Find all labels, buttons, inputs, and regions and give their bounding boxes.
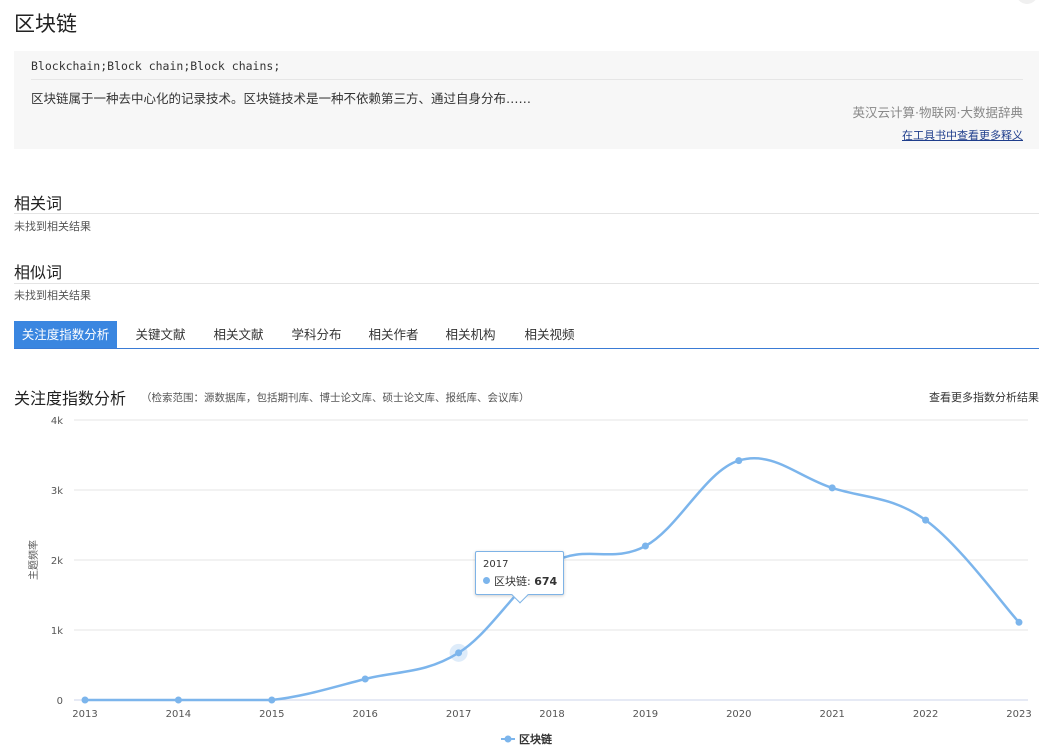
x-tick-label: 2021 — [819, 709, 844, 720]
y-axis-label: 主题频率 — [27, 540, 40, 580]
definition-divider — [31, 79, 1023, 80]
similar-words-empty: 未找到相关结果 — [14, 289, 91, 302]
legend-label: 区块链 — [519, 732, 553, 746]
analysis-scope: （检索范围：源数据库，包括期刊库、博士论文库、硕士论文库、报纸库、会议库） — [141, 392, 530, 404]
data-point — [81, 696, 89, 704]
related-words-divider — [14, 213, 1039, 214]
analysis-more-link[interactable]: 查看更多指数分析结果 — [929, 389, 1039, 405]
tab-related-institutions[interactable]: 相关机构 — [435, 321, 506, 348]
tab-key-literature[interactable]: 关键文献 — [125, 321, 196, 348]
y-tick-label: 0 — [57, 696, 63, 707]
legend-marker — [504, 735, 512, 743]
data-point — [455, 649, 463, 657]
data-point — [641, 542, 649, 550]
tab-related-literature[interactable]: 相关文献 — [203, 321, 274, 348]
y-tick-label: 1k — [51, 626, 63, 637]
definition-box: Blockchain;Block chain;Block chains; 区块链… — [14, 51, 1039, 149]
definition-text: 区块链属于一种去中心化的记录技术。区块链技术是一种不依赖第三方、通过自身分布…… — [31, 91, 532, 106]
related-words-empty: 未找到相关结果 — [14, 220, 91, 233]
tooltip-year: 2017 — [483, 559, 509, 570]
tab-subject-distribution[interactable]: 学科分布 — [281, 321, 352, 348]
tab-related-authors[interactable]: 相关作者 — [358, 321, 429, 348]
related-words-title: 相关词 — [14, 194, 63, 213]
x-tick-label: 2016 — [352, 709, 377, 720]
tab-attention-analysis[interactable]: 关注度指数分析 — [14, 321, 117, 348]
definition-english: Blockchain;Block chain;Block chains; — [31, 59, 281, 73]
chart-tooltip: 2017 区块链: 674 — [475, 551, 564, 604]
x-tick-label: 2014 — [166, 709, 191, 720]
definition-more-link[interactable]: 在工具书中查看更多释义 — [902, 127, 1023, 143]
tooltip-series-dot — [483, 577, 490, 584]
data-point — [828, 484, 836, 492]
tooltip-value: 674 — [534, 575, 558, 588]
data-point — [1015, 618, 1023, 626]
y-tick-label: 3k — [51, 486, 63, 497]
x-tick-label: 2020 — [726, 709, 751, 720]
x-tick-label: 2023 — [1006, 709, 1031, 720]
tab-bar: 关注度指数分析 关键文献 相关文献 学科分布 相关作者 相关机构 相关视频 — [14, 321, 1039, 349]
x-tick-label: 2018 — [539, 709, 564, 720]
x-tick-label: 2019 — [633, 709, 658, 720]
tooltip-series-name: 区块链 — [494, 575, 527, 588]
data-point — [735, 457, 743, 465]
x-tick-label: 2013 — [72, 709, 97, 720]
x-tick-label: 2022 — [913, 709, 938, 720]
data-point — [922, 516, 930, 524]
y-tick-label: 2k — [51, 556, 63, 567]
data-point — [361, 675, 369, 683]
similar-words-divider — [14, 283, 1039, 284]
page-title: 区块链 — [14, 12, 77, 36]
y-tick-label: 4k — [51, 416, 63, 427]
data-point — [268, 696, 276, 704]
definition-source: 英汉云计算·物联网·大数据辞典 — [852, 105, 1023, 120]
x-tick-label: 2017 — [446, 709, 471, 720]
tab-related-videos[interactable]: 相关视频 — [514, 321, 585, 348]
data-point — [174, 696, 182, 704]
similar-words-title: 相似词 — [14, 263, 63, 282]
corner-button[interactable] — [1016, 0, 1038, 4]
x-tick-label: 2015 — [259, 709, 284, 720]
